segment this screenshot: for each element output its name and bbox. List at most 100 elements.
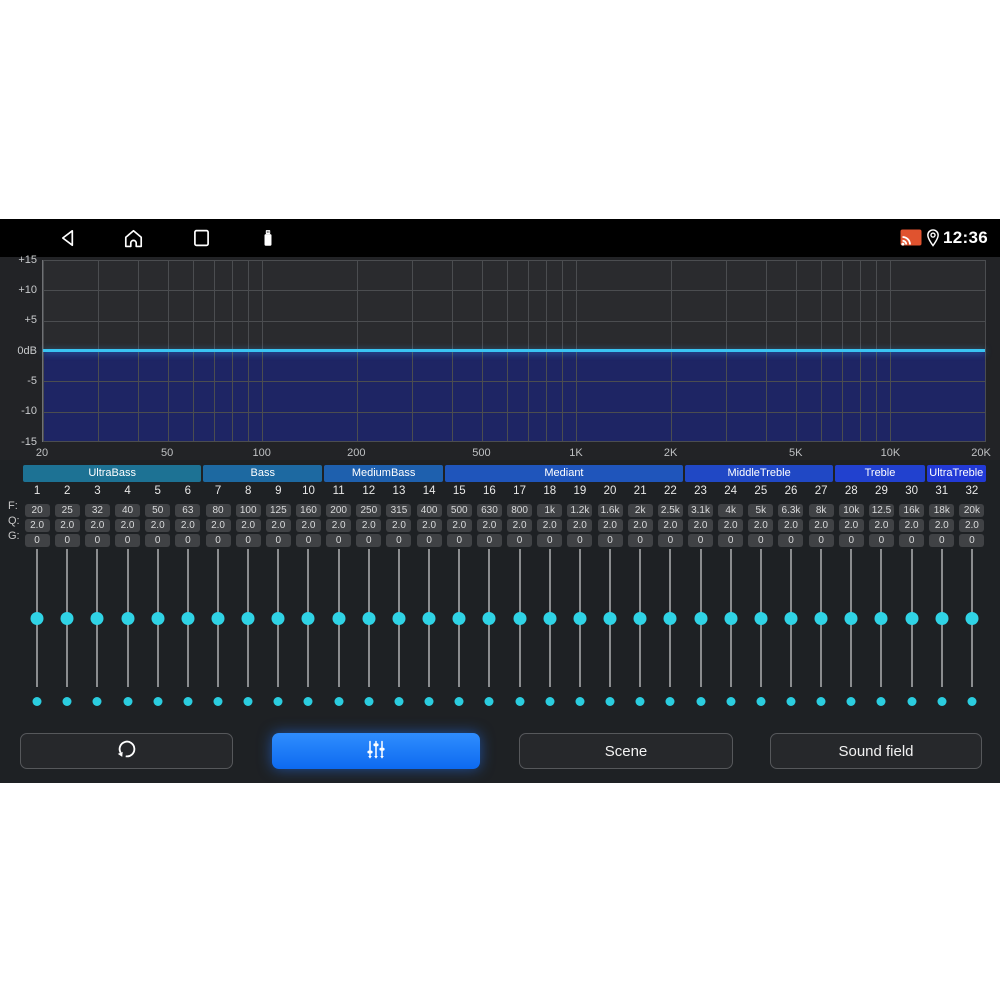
slider-handle[interactable] xyxy=(603,611,617,625)
gain-value[interactable]: 0 xyxy=(959,534,985,547)
gain-value[interactable]: 0 xyxy=(899,534,925,547)
slider-reset-dot[interactable] xyxy=(515,697,525,706)
slider-reset-dot[interactable] xyxy=(183,697,193,706)
recents-icon[interactable] xyxy=(188,226,212,250)
gain-value[interactable]: 0 xyxy=(778,534,804,547)
back-icon[interactable] xyxy=(56,226,80,250)
gain-value[interactable]: 0 xyxy=(446,534,472,547)
slider-reset-dot[interactable] xyxy=(816,697,826,706)
slider-handle[interactable] xyxy=(694,611,708,625)
gain-value[interactable]: 0 xyxy=(718,534,744,547)
slider-reset-dot[interactable] xyxy=(364,697,374,706)
home-icon[interactable] xyxy=(121,226,145,250)
slider-handle[interactable] xyxy=(905,611,919,625)
slider-reset-dot[interactable] xyxy=(756,697,766,706)
slider-reset-dot[interactable] xyxy=(394,697,404,706)
slider-handle[interactable] xyxy=(211,611,225,625)
slider-handle[interactable] xyxy=(422,611,436,625)
slider-reset-dot[interactable] xyxy=(967,697,977,706)
slider-reset-dot[interactable] xyxy=(334,697,344,706)
gain-value[interactable]: 0 xyxy=(54,534,80,547)
slider-handle[interactable] xyxy=(663,611,677,625)
slider-reset-dot[interactable] xyxy=(213,697,223,706)
usb-drive-icon[interactable] xyxy=(257,227,281,251)
gain-value[interactable]: 0 xyxy=(748,534,774,547)
gain-value[interactable]: 0 xyxy=(868,534,894,547)
slider-reset-dot[interactable] xyxy=(62,697,72,706)
slider-handle[interactable] xyxy=(965,611,979,625)
gain-value[interactable]: 0 xyxy=(476,534,502,547)
slider-handle[interactable] xyxy=(362,611,376,625)
gain-value[interactable]: 0 xyxy=(205,534,231,547)
slider-handle[interactable] xyxy=(121,611,135,625)
slider-reset-dot[interactable] xyxy=(937,697,947,706)
gain-value[interactable]: 0 xyxy=(235,534,261,547)
gain-value[interactable]: 0 xyxy=(326,534,352,547)
scene-button[interactable]: Scene xyxy=(519,733,733,769)
gain-value[interactable]: 0 xyxy=(145,534,171,547)
slider-handle[interactable] xyxy=(513,611,527,625)
slider-reset-dot[interactable] xyxy=(153,697,163,706)
slider-handle[interactable] xyxy=(543,611,557,625)
slider-reset-dot[interactable] xyxy=(545,697,555,706)
slider-handle[interactable] xyxy=(874,611,888,625)
gain-value[interactable]: 0 xyxy=(115,534,141,547)
gain-value[interactable]: 0 xyxy=(929,534,955,547)
slider-reset-dot[interactable] xyxy=(424,697,434,706)
slider-reset-dot[interactable] xyxy=(665,697,675,706)
gain-value[interactable]: 0 xyxy=(24,534,50,547)
slider-handle[interactable] xyxy=(754,611,768,625)
gain-value[interactable]: 0 xyxy=(537,534,563,547)
gain-value[interactable]: 0 xyxy=(808,534,834,547)
sound-field-button[interactable]: Sound field xyxy=(770,733,982,769)
slider-handle[interactable] xyxy=(482,611,496,625)
gain-value[interactable]: 0 xyxy=(416,534,442,547)
gain-value[interactable]: 0 xyxy=(838,534,864,547)
slider-handle[interactable] xyxy=(151,611,165,625)
slider-handle[interactable] xyxy=(814,611,828,625)
gain-value[interactable]: 0 xyxy=(265,534,291,547)
slider-reset-dot[interactable] xyxy=(907,697,917,706)
slider-reset-dot[interactable] xyxy=(786,697,796,706)
slider-reset-dot[interactable] xyxy=(303,697,313,706)
slider-handle[interactable] xyxy=(332,611,346,625)
gain-value[interactable]: 0 xyxy=(627,534,653,547)
slider-handle[interactable] xyxy=(90,611,104,625)
equalizer-button[interactable] xyxy=(272,733,480,769)
slider-reset-dot[interactable] xyxy=(605,697,615,706)
slider-handle[interactable] xyxy=(30,611,44,625)
slider-handle[interactable] xyxy=(724,611,738,625)
slider-handle[interactable] xyxy=(935,611,949,625)
slider-reset-dot[interactable] xyxy=(92,697,102,706)
slider-handle[interactable] xyxy=(633,611,647,625)
slider-handle[interactable] xyxy=(452,611,466,625)
slider-reset-dot[interactable] xyxy=(243,697,253,706)
slider-reset-dot[interactable] xyxy=(273,697,283,706)
slider-reset-dot[interactable] xyxy=(123,697,133,706)
gain-value[interactable]: 0 xyxy=(356,534,382,547)
slider-handle[interactable] xyxy=(392,611,406,625)
slider-reset-dot[interactable] xyxy=(696,697,706,706)
gain-value[interactable]: 0 xyxy=(295,534,321,547)
slider-handle[interactable] xyxy=(784,611,798,625)
slider-reset-dot[interactable] xyxy=(846,697,856,706)
slider-handle[interactable] xyxy=(844,611,858,625)
gain-value[interactable]: 0 xyxy=(386,534,412,547)
slider-handle[interactable] xyxy=(181,611,195,625)
gain-value[interactable]: 0 xyxy=(657,534,683,547)
reset-button[interactable] xyxy=(20,733,233,769)
slider-reset-dot[interactable] xyxy=(575,697,585,706)
slider-handle[interactable] xyxy=(241,611,255,625)
gain-value[interactable]: 0 xyxy=(567,534,593,547)
gain-value[interactable]: 0 xyxy=(597,534,623,547)
slider-reset-dot[interactable] xyxy=(484,697,494,706)
slider-handle[interactable] xyxy=(60,611,74,625)
slider-handle[interactable] xyxy=(573,611,587,625)
slider-reset-dot[interactable] xyxy=(32,697,42,706)
gain-value[interactable]: 0 xyxy=(84,534,110,547)
slider-handle[interactable] xyxy=(271,611,285,625)
slider-reset-dot[interactable] xyxy=(876,697,886,706)
gain-value[interactable]: 0 xyxy=(507,534,533,547)
slider-reset-dot[interactable] xyxy=(726,697,736,706)
gain-value[interactable]: 0 xyxy=(688,534,714,547)
